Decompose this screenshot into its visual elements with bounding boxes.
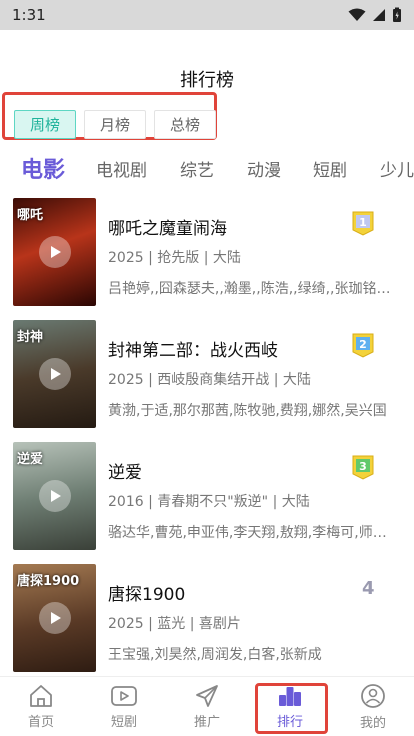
poster-image[interactable]: 封神 [13, 320, 96, 428]
rank-item[interactable]: 唐探1900 唐探1900 2025 | 蓝光 | 喜剧片 王宝强,刘昊然,周润… [0, 564, 414, 674]
item-meta: 2025 | 抢先版 | 大陆 [108, 250, 241, 266]
rank-badge-number: 1 [359, 216, 367, 229]
profile-icon [361, 684, 385, 708]
category-tab-short[interactable]: 短剧 [313, 154, 347, 188]
item-title: 封神第二部：战火西岐 [108, 341, 278, 361]
poster-image[interactable]: 逆爱 [13, 442, 96, 550]
item-meta: 2025 | 西岐殷商集结开战 | 大陆 [108, 372, 311, 388]
play-icon [39, 602, 71, 634]
bottom-nav: 首页 短剧 推广 排行 我的 [0, 676, 414, 736]
nav-label: 我的 [359, 716, 386, 731]
category-tab-anime[interactable]: 动漫 [247, 154, 281, 188]
item-title: 唐探1900 [108, 585, 186, 605]
poster-title: 封神 [17, 330, 44, 345]
nav-label: 短剧 [110, 715, 137, 730]
poster-image[interactable]: 唐探1900 [13, 564, 96, 672]
category-tab-movie[interactable]: 电影 [21, 154, 65, 188]
status-time: 1:31 [12, 6, 46, 24]
period-tab-week[interactable]: 周榜 [14, 110, 76, 139]
nav-label: 推广 [193, 715, 220, 730]
rank-item[interactable]: 封神 封神第二部：战火西岐 2025 | 西岐殷商集结开战 | 大陆 黄渤,于适… [0, 320, 414, 430]
page-title: 排行榜 [180, 70, 234, 91]
status-icons [348, 7, 402, 23]
item-cast: 王宝强,刘昊然,周润发,白客,张新成 [108, 647, 322, 663]
poster-title: 哪吒 [17, 208, 44, 223]
category-tab-tv[interactable]: 电视剧 [96, 154, 147, 188]
home-icon [30, 685, 52, 707]
nav-item-profile[interactable]: 我的 [332, 677, 414, 736]
category-tab-variety[interactable]: 综艺 [180, 154, 214, 188]
item-cast: 吕艳婷,,囧森瑟夫,,瀚墨,,陈浩,,绿绮,,张珈铭,,杨卫 [108, 281, 392, 297]
item-title: 逆爱 [108, 463, 142, 483]
poster-image[interactable]: 哪吒 [13, 198, 96, 306]
category-tabs: 电影 电视剧 综艺 动漫 短剧 少儿 [0, 154, 414, 190]
period-tab-total[interactable]: 总榜 [154, 110, 216, 139]
item-title: 哪吒之魔童闹海 [108, 219, 227, 239]
rank-number: 4 [362, 578, 375, 599]
item-meta: 2025 | 蓝光 | 喜剧片 [108, 616, 241, 632]
nav-item-short-drama[interactable]: 短剧 [83, 677, 165, 736]
rank-badge-number: 2 [359, 338, 367, 351]
category-tab-kids[interactable]: 少儿 [380, 154, 414, 188]
item-cast: 骆达华,曹苑,申亚伟,李天翔,敖翔,李梅可,师小楠 [108, 525, 392, 541]
rank-item[interactable]: 逆爱 逆爱 2016 | 青春期不只"叛逆" | 大陆 骆达华,曹苑,申亚伟,李… [0, 442, 414, 552]
rank-badge-number: 3 [359, 460, 367, 473]
period-tab-month[interactable]: 月榜 [84, 110, 146, 139]
item-meta: 2016 | 青春期不只"叛逆" | 大陆 [108, 494, 310, 510]
poster-title: 逆爱 [17, 452, 44, 467]
rank-item[interactable]: 哪吒 哪吒之魔童闹海 2025 | 抢先版 | 大陆 吕艳婷,,囧森瑟夫,,瀚墨… [0, 198, 414, 308]
item-cast: 黄渤,于适,那尔那茜,陈牧驰,费翔,娜然,吴兴国 [108, 403, 387, 419]
video-play-icon [111, 686, 137, 706]
play-icon [39, 358, 71, 390]
wifi-icon [348, 8, 366, 21]
nav-ranking-highlight [255, 683, 328, 734]
paper-plane-icon [196, 685, 218, 707]
rank-badge-icon: 1 [352, 211, 374, 236]
play-icon [39, 480, 71, 512]
rank-badge-icon: 2 [352, 333, 374, 358]
nav-item-promote[interactable]: 推广 [166, 677, 248, 736]
nav-item-home[interactable]: 首页 [0, 677, 82, 736]
status-bar: 1:31 [0, 0, 414, 30]
nav-label: 首页 [27, 715, 54, 730]
play-icon [39, 236, 71, 268]
signal-icon [373, 9, 385, 21]
battery-icon [393, 7, 401, 22]
rank-badge-icon: 3 [352, 455, 374, 480]
poster-title: 唐探1900 [17, 574, 80, 589]
